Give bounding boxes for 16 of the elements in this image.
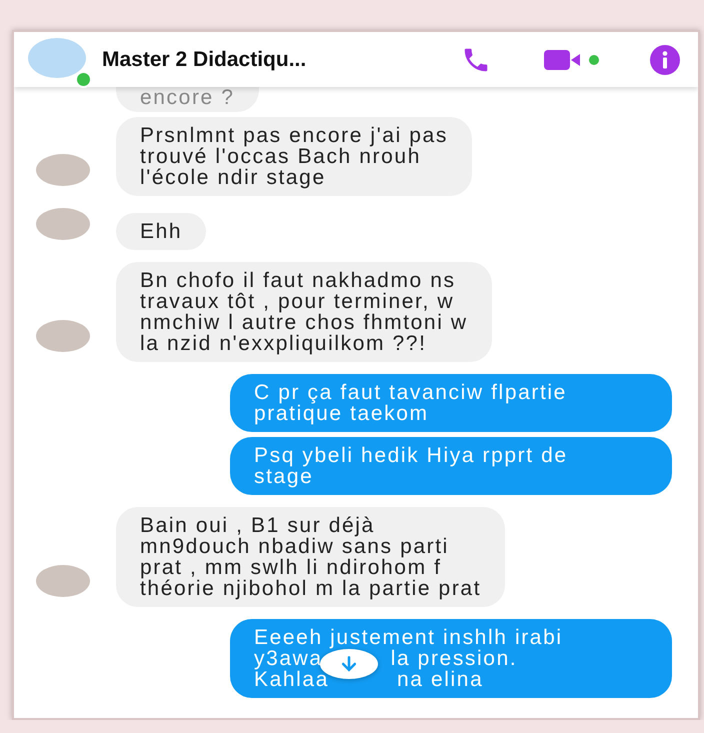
avatar bbox=[36, 154, 90, 186]
received-message: Prsnlmnt pas encore j'ai pas trouvé l'occas Bach nrouh l'école ndir stage bbox=[116, 117, 472, 196]
info-icon[interactable] bbox=[650, 44, 680, 74]
received-message: encore ? bbox=[116, 87, 259, 112]
video-camera-icon[interactable] bbox=[544, 48, 602, 70]
received-message: Bain oui , B1 sur déjà mn9douch nbadiw sans parti prat , mm swlh li ndirohom f théorie njibohol m la partie prat bbox=[116, 507, 506, 607]
sent-message: C pr ça faut tavanciw flpartie pratique taekom bbox=[230, 374, 672, 432]
sent-message: Eeeeh justement inshlh irabi y3awa la pression. Kahlaa na elina bbox=[230, 619, 672, 698]
received-message: Ehh bbox=[116, 213, 206, 250]
received-message: Bn chofo il faut nakhadmo ns travaux tôt , pour terminer, w nmchiw l autre chos fhmtoni w la nzid n'exxpliquilkom ??! bbox=[116, 262, 492, 362]
arrow-down-icon bbox=[339, 654, 359, 674]
avatar bbox=[36, 208, 90, 240]
chat-title[interactable]: Master 2 Didactiqu... bbox=[102, 48, 408, 72]
sent-message: Psq ybeli hedik Hiya rpprt de stage bbox=[230, 437, 672, 495]
avatar bbox=[36, 320, 90, 352]
avatar bbox=[36, 565, 90, 597]
